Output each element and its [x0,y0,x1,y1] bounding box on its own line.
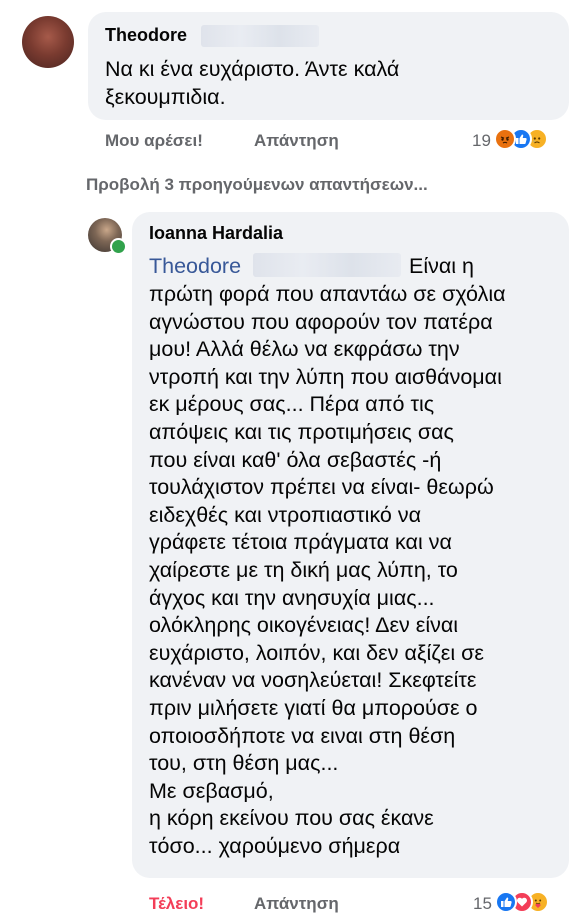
comment-text-line: ολόκληρης οικογένειας! Δεν είναι [149,613,459,638]
comment-body: πρώτη φορά που απαντάω σε σχόλια αγνώστο… [149,281,506,860]
reply-button[interactable]: Απάντηση [254,131,339,151]
reactions[interactable] [494,128,548,150]
comment-text-line: άγχος και την ανησυχία μιας... [149,585,435,610]
comment-text-line: γράφετε τέτοια πράγματα και να [149,530,452,555]
comment-text-line: μου! Αλλά θέλω να εκφράσω την [149,337,460,362]
reaction-count[interactable]: 19 [472,131,491,151]
comment-text-line: πριν μιλήσετε γιατί θα μπορούσε ο [149,695,478,720]
like-icon [495,891,517,913]
love-reaction-button[interactable]: Τέλειο! [149,894,204,914]
comment-text-line: του, στη θέση μας... [149,751,339,776]
reaction-count[interactable]: 15 [473,894,492,914]
comment-text-line: αγνώστου που αφορούν τον πατέρα [149,309,493,334]
comment-text-line: κανέναν να νοσηλεύεται! Σκεφτείτε [149,668,477,693]
comment-text-line: Με σεβασμό, [149,778,274,803]
comment-text-line: ευχάριστο, λοιπόν, και δεν αξίζει σε [149,640,484,665]
comment-text-line: ντροπή και την λύπη που αισθάνομαι [149,364,502,389]
like-button[interactable]: Μου αρέσει! [105,131,203,151]
comment-text-line: ξεκουμπιδια. [105,85,226,109]
redacted-name [253,253,401,277]
redacted-name [201,25,319,47]
view-previous-replies-link[interactable]: Προβολή 3 προηγούμενων απαντήσεων... [86,175,428,195]
comment-text-line: οποιοσδήποτε να ειναι στη θέση [149,723,456,748]
mention-link[interactable]: Theodore [149,253,241,281]
comment-text-line: χαίρεστε με τη δική μας λύπη, το [149,557,458,582]
comment-text-line: η κόρη εκείνου που σας έκανε [149,806,434,831]
comment-text-line: εκ μέρους σας... Πέρα από τις [149,392,435,417]
reactions[interactable] [495,891,549,913]
comment-text-line: πρώτη φορά που απαντάω σε σχόλια [149,282,506,306]
comment-author[interactable]: Ioanna Hardalia [149,223,283,244]
reply-button[interactable]: Απάντηση [254,894,339,914]
avatar[interactable] [22,16,74,68]
comment-text-line: Να κι ένα ευχάριστο. Άντε καλά [105,57,400,81]
comment-author[interactable]: Theodore [105,25,187,46]
comment-text-line: Είναι η [409,254,475,278]
comment-text-line: ειδεχθές και ντροπιαστικό να [149,502,422,527]
comment-text-line: απόψεις και τις προτιμήσεις σας [149,419,454,444]
online-status-dot [110,238,127,255]
comment-text-line: που είναι καθ' όλα σεβαστές -ή [149,447,442,472]
angry-icon [494,128,516,150]
comment-text-line: τόσο... χαρούμενο σήμερα [149,833,401,858]
comment-text-line: τουλάχιστον πρέπει να είναι- θεωρώ [149,475,494,500]
